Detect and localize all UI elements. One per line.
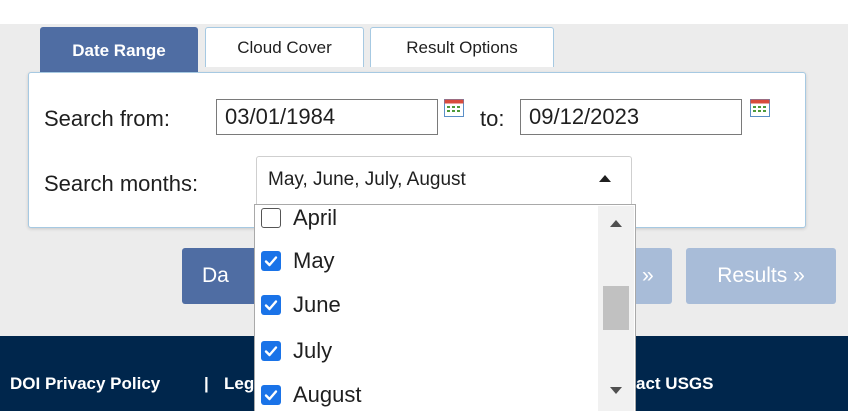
month-option-label: April (293, 205, 338, 230)
checkbox-checked-icon[interactable] (261, 341, 281, 361)
calendar-icon[interactable] (444, 99, 464, 117)
results-button-label: Results » (717, 264, 805, 287)
caret-up-icon[interactable] (599, 175, 611, 182)
footer-link-legal[interactable]: Leg (224, 374, 254, 394)
footer-separator: | (204, 374, 209, 393)
month-option-april[interactable]: April (261, 205, 338, 234)
checkbox-unchecked-icon[interactable] (261, 208, 281, 228)
month-option-june[interactable]: June (261, 289, 341, 321)
month-option-may[interactable]: May (261, 245, 335, 277)
tab-result-options-label: Result Options (406, 37, 518, 57)
months-selected-value: May, June, July, August (268, 169, 466, 190)
month-option-label: July (293, 338, 333, 363)
checkmark-icon (264, 256, 278, 267)
checkmark-icon (264, 390, 278, 401)
month-option-label: August (293, 382, 362, 407)
dropdown-scrollbar[interactable] (598, 206, 634, 411)
checkbox-checked-icon[interactable] (261, 251, 281, 271)
scroll-down-arrow-icon[interactable] (610, 387, 622, 394)
month-option-label: June (293, 292, 341, 317)
footer-link-contact[interactable]: act USGS (636, 374, 713, 394)
checkbox-checked-icon[interactable] (261, 295, 281, 315)
search-from-label: Search from: (44, 106, 170, 131)
checkbox-checked-icon[interactable] (261, 385, 281, 405)
footer-link-privacy[interactable]: DOI Privacy Policy (10, 374, 160, 394)
months-select[interactable]: May, June, July, August (256, 156, 632, 204)
checkmark-icon (264, 346, 278, 357)
page-top (0, 0, 848, 24)
tab-date-range-label: Date Range (72, 40, 166, 60)
tab-date-range[interactable]: Date Range (40, 27, 198, 73)
date-range-button-label: Da (202, 264, 229, 287)
months-dropdown-list[interactable]: April May June July August (254, 204, 636, 411)
search-to-label: to: (480, 106, 505, 131)
search-from-input[interactable] (216, 99, 438, 135)
tab-result-options[interactable]: Result Options (370, 27, 554, 67)
scroll-up-arrow-icon[interactable] (610, 220, 622, 227)
next-button-label: » (642, 264, 654, 287)
search-to-input[interactable] (520, 99, 742, 135)
calendar-icon[interactable] (750, 99, 770, 117)
month-option-august[interactable]: August (261, 379, 362, 411)
scrollbar-thumb[interactable] (603, 286, 629, 330)
month-option-july[interactable]: July (261, 335, 332, 367)
tab-cloud-cover-label: Cloud Cover (237, 37, 332, 57)
month-option-label: May (293, 248, 335, 273)
results-button[interactable]: Results » (686, 248, 836, 304)
tab-cloud-cover[interactable]: Cloud Cover (205, 27, 364, 67)
search-months-label: Search months: (44, 171, 199, 196)
checkmark-icon (264, 300, 278, 311)
